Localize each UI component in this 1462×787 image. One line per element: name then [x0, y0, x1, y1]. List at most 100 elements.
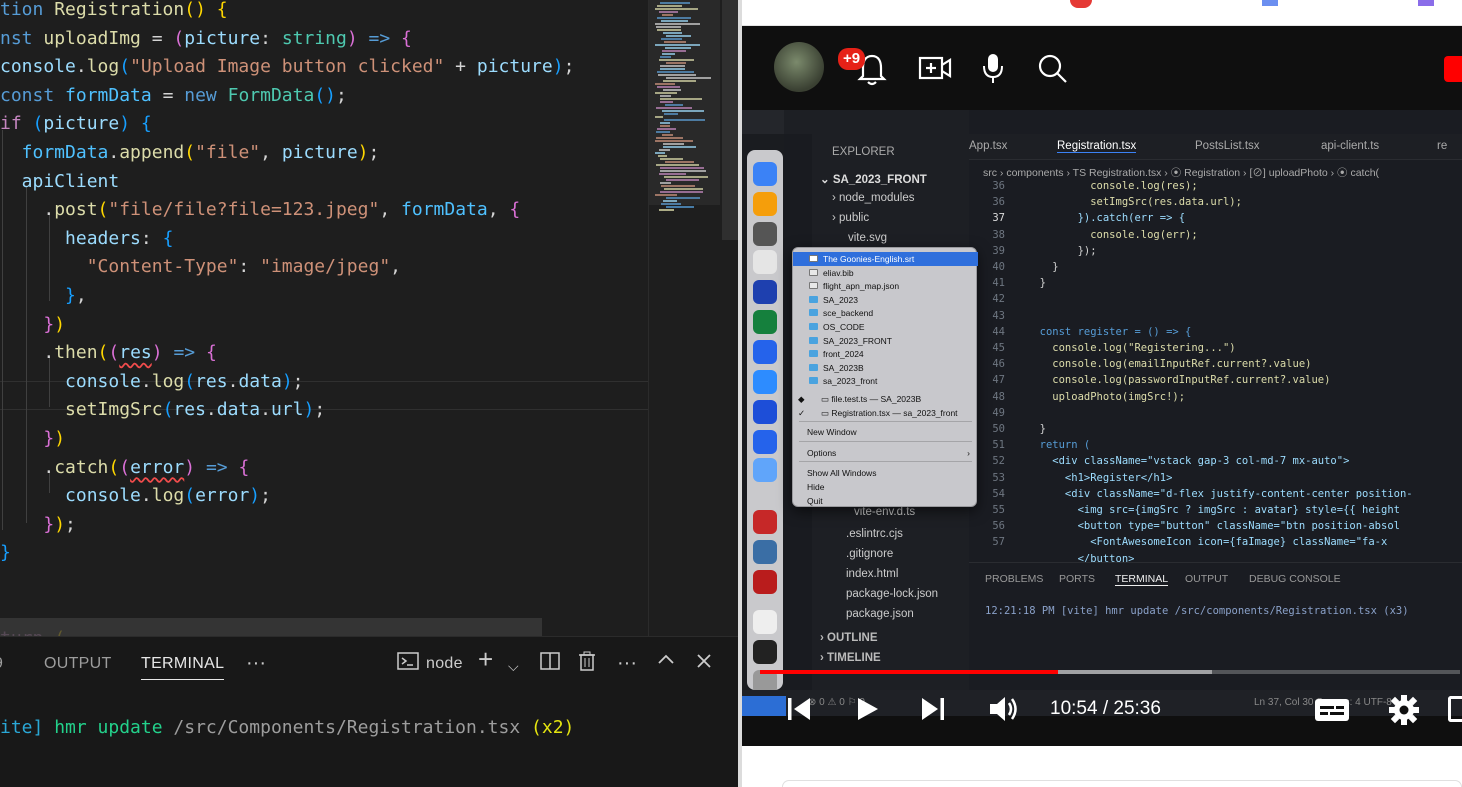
code-token: ( [108, 456, 120, 478]
settings-icon[interactable] [753, 222, 777, 246]
volume-icon[interactable] [988, 695, 1020, 728]
minimap[interactable] [648, 0, 720, 636]
menu-item-recent[interactable]: OS_CODE [793, 320, 978, 334]
trash-icon[interactable] [578, 651, 596, 677]
minimap-line [659, 209, 674, 211]
minimap-viewport[interactable] [649, 0, 720, 205]
split-terminal-icon[interactable] [540, 651, 560, 677]
more-actions-icon[interactable]: ··· [617, 651, 637, 675]
menu-item-new-window[interactable]: New Window [793, 425, 978, 439]
horizontal-scrollbar[interactable] [0, 618, 542, 636]
zoom-icon[interactable] [753, 370, 777, 394]
safari-icon[interactable] [753, 540, 777, 564]
acrobat-icon[interactable] [753, 510, 777, 534]
vscode-icon[interactable] [753, 280, 777, 304]
youtube-logo-icon[interactable] [1444, 56, 1462, 82]
panel-tab[interactable]: DEBUG CONSOLE [1249, 573, 1341, 585]
player-controls: 10:54 / 25:36 [742, 684, 1462, 744]
menu-item-quit[interactable]: Quit [793, 494, 978, 508]
explorer-item[interactable]: .eslintrc.cjs [846, 528, 903, 540]
editor-tab[interactable]: api-client.ts [1321, 140, 1379, 152]
word-icon[interactable] [753, 400, 777, 424]
preview-icon[interactable] [753, 610, 777, 634]
panel-tab[interactable]: PORTS [1059, 573, 1095, 585]
create-video-icon[interactable] [918, 54, 952, 87]
webex-icon[interactable] [753, 340, 777, 364]
code-token: post [54, 199, 98, 221]
code-token: log [86, 56, 120, 78]
folder-icon [809, 377, 818, 385]
finder-icon[interactable] [753, 162, 777, 186]
next-icon[interactable] [920, 696, 946, 727]
editor-tab[interactable]: PostsList.tsx [1195, 140, 1260, 152]
previous-icon[interactable] [786, 696, 812, 727]
dock-context-menu[interactable]: The Goonies-English.srt eliav.bib flight_a… [792, 247, 978, 508]
line-number: 55 [992, 504, 1005, 516]
menu-item-recent[interactable]: SA_2023B [793, 361, 978, 375]
avatar[interactable] [774, 42, 824, 92]
explorer-item[interactable]: vite.svg [848, 232, 887, 244]
video-progress-bar[interactable] [760, 670, 1460, 674]
menu-item-recent[interactable]: sce_backend [793, 306, 978, 320]
editor-tab[interactable]: Registration.tsx [1057, 140, 1137, 153]
dictionary-icon[interactable] [753, 570, 777, 594]
explorer-item[interactable]: index.html [846, 568, 898, 580]
settings-gear-icon[interactable] [1388, 694, 1420, 731]
vertical-scrollbar[interactable] [720, 0, 738, 636]
explorer-item[interactable]: package-lock.json [846, 588, 938, 600]
timeline-section[interactable]: › TIMELINE [820, 652, 881, 664]
search-icon[interactable] [1038, 54, 1068, 89]
maximize-panel-icon[interactable] [657, 651, 675, 675]
editor-tab[interactable]: App.tsx [969, 140, 1007, 152]
panel-tab[interactable]: TERMINAL [1115, 573, 1169, 586]
chrome-icon[interactable] [753, 250, 777, 274]
close-panel-icon[interactable] [696, 651, 712, 675]
explorer-item[interactable]: › public [832, 212, 869, 224]
menu-item-recent[interactable]: front_2024 [793, 347, 978, 361]
menu-item-window[interactable]: ✓ ▭ Registration.tsx — sa_2023_front [793, 406, 978, 420]
panel-tab[interactable]: OUTPUT [1185, 573, 1228, 585]
code-editor[interactable]: tion Registration() {nst uploadImg = (pi… [0, 0, 648, 636]
azure-icon[interactable] [753, 458, 777, 482]
subtitles-icon[interactable] [1314, 696, 1350, 729]
menu-item-options[interactable]: Options › [793, 446, 978, 460]
menu-item-recent[interactable]: SA_2023_FRONT [793, 334, 978, 348]
tab-output[interactable]: OUTPUT [44, 655, 112, 673]
terminal-icon[interactable] [753, 640, 777, 664]
play-icon[interactable] [854, 696, 880, 727]
code-token: = [140, 27, 174, 49]
editor-tab[interactable]: re [1437, 140, 1447, 152]
launchpad-icon[interactable] [753, 192, 777, 216]
menu-divider [799, 421, 972, 423]
chevron-down-icon[interactable]: ⌵ [508, 654, 519, 678]
menu-item-recent[interactable]: SA_2023 [793, 293, 978, 307]
menu-item-show-all[interactable]: Show All Windows [793, 466, 978, 480]
project-folder[interactable]: ⌄ SA_2023_FRONT [820, 172, 927, 186]
tab-terminal[interactable]: TERMINAL [141, 655, 225, 680]
shell-name[interactable]: node [426, 655, 463, 673]
new-terminal-icon[interactable]: + [478, 646, 493, 672]
code-token: { [205, 342, 217, 364]
excel-icon[interactable] [753, 310, 777, 334]
outline-section[interactable]: › OUTLINE [820, 632, 878, 644]
explorer-item[interactable]: .gitignore [846, 548, 893, 560]
miniplayer-icon[interactable] [1448, 696, 1462, 722]
more-tabs-icon[interactable]: ··· [246, 651, 266, 675]
menu-item-hide[interactable]: Hide [793, 480, 978, 494]
menu-item-recent[interactable]: flight_apn_map.json [793, 279, 978, 293]
menu-item-recent[interactable]: The Goonies-English.srt [793, 252, 978, 266]
menu-item-recent[interactable]: sa_2023_front [793, 374, 978, 388]
explorer-item[interactable]: › node_modules [832, 192, 914, 204]
breadcrumb[interactable]: src › components › TS Registration.tsx ›… [983, 165, 1379, 180]
panel-tab[interactable]: PROBLEMS [985, 573, 1043, 585]
menu-item-window[interactable]: ◆ ▭ file.test.ts — SA_2023B [793, 392, 978, 406]
menu-item-recent[interactable]: eliav.bib [793, 266, 978, 280]
explorer-title[interactable]: EXPLORER [832, 146, 895, 158]
tab-prefix[interactable]: 9 [0, 655, 3, 673]
code-token: ) [54, 513, 66, 535]
teams-icon[interactable] [753, 430, 777, 454]
microphone-icon[interactable] [982, 52, 1004, 89]
video-player[interactable]: +9 ← → ⌕ sa_2023_front EXPLORER⌄ SA_2023… [742, 26, 1462, 746]
code-line: console.log("Registering...") [1027, 342, 1236, 354]
explorer-item[interactable]: package.json [846, 608, 914, 620]
